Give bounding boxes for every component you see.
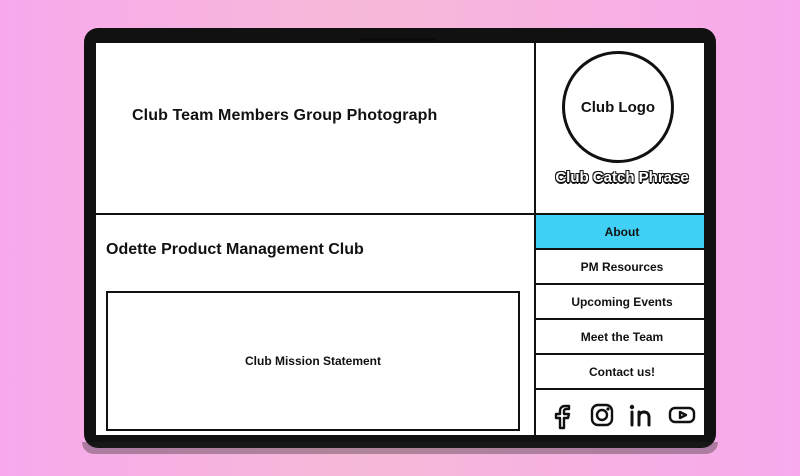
nav-contact-us[interactable]: Contact us!	[536, 355, 704, 390]
hero-photo-label: Club Team Members Group Photograph	[132, 107, 438, 124]
club-catch-phrase: Club Catch Phrase	[555, 169, 689, 186]
youtube-icon[interactable]	[663, 396, 701, 434]
nav-upcoming-events[interactable]: Upcoming Events	[536, 285, 704, 320]
linkedin-icon[interactable]	[623, 396, 661, 434]
website-screen: Club Team Members Group Photograph Club …	[94, 41, 706, 437]
brand-panel: Club Logo Club Catch Phrase	[536, 43, 704, 215]
social-links	[536, 390, 704, 435]
nav-contact-us-label: Contact us!	[589, 364, 655, 379]
club-name-heading: Odette Product Management Club	[106, 241, 364, 258]
club-logo-text: Club Logo	[580, 98, 656, 116]
mission-statement-label: Club Mission Statement	[244, 354, 381, 368]
mission-statement-box: Club Mission Statement	[106, 291, 520, 431]
hero-photo-area: Club Team Members Group Photograph	[96, 43, 536, 215]
main-content: Odette Product Management Club Club Miss…	[96, 215, 536, 435]
nav-pm-resources[interactable]: PM Resources	[536, 250, 704, 285]
sidebar-nav: About PM Resources Upcoming Events Meet …	[536, 215, 704, 435]
club-logo: Club Logo	[562, 51, 674, 163]
instagram-icon[interactable]	[583, 396, 621, 434]
nav-upcoming-events-label: Upcoming Events	[571, 294, 673, 309]
facebook-icon[interactable]	[543, 396, 581, 434]
device-frame: Club Team Members Group Photograph Club …	[82, 28, 718, 454]
nav-pm-resources-label: PM Resources	[580, 259, 664, 274]
nav-meet-the-team[interactable]: Meet the Team	[536, 320, 704, 355]
nav-about[interactable]: About	[536, 215, 704, 250]
nav-meet-the-team-label: Meet the Team	[580, 329, 664, 344]
nav-about-label: About	[604, 224, 640, 239]
